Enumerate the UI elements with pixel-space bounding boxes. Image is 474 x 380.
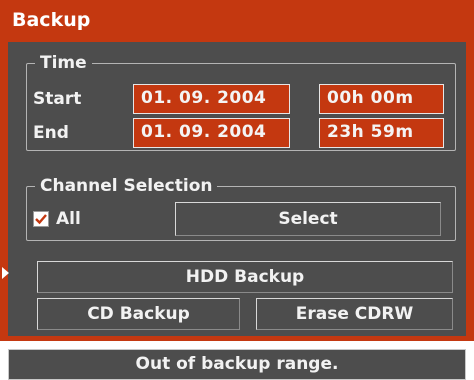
window-title: Backup [12,9,91,31]
start-time-field[interactable]: 00h 00m [319,84,444,114]
all-checkbox[interactable] [33,211,49,227]
status-message: Out of backup range. [135,354,339,374]
erase-cdrw-button[interactable]: Erase CDRW [256,298,453,330]
cd-backup-button[interactable]: CD Backup [37,298,240,330]
start-label: Start [33,89,82,109]
selection-arrow-icon [2,267,9,279]
channel-selection-label: Channel Selection [35,174,218,198]
start-date-field[interactable]: 01. 09. 2004 [133,84,290,114]
end-date-field[interactable]: 01. 09. 2004 [133,118,290,148]
status-bar: Out of backup range. [8,349,466,380]
time-group-label: Time [35,51,92,75]
all-label: All [56,209,81,229]
hdd-backup-button[interactable]: HDD Backup [37,261,453,293]
select-button[interactable]: Select [175,202,441,236]
backup-panel: Time Start 01. 09. 2004 00h 00m End 01. … [2,42,466,336]
checkmark-icon [35,214,47,225]
backup-window: Backup Time Start 01. 09. 2004 00h 00m E… [0,0,474,341]
end-label: End [33,123,69,143]
end-time-field[interactable]: 23h 59m [319,118,444,148]
